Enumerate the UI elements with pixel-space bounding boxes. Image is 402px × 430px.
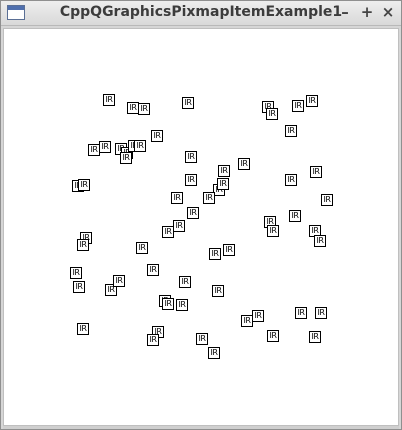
pixmap-item[interactable]: IR xyxy=(306,95,318,107)
pixmap-item[interactable]: IR xyxy=(77,323,89,335)
pixmap-item[interactable]: IR xyxy=(113,275,125,287)
pixmap-item[interactable]: IR xyxy=(136,242,148,254)
pixmap-item[interactable]: IR xyxy=(134,140,146,152)
pixmap-item[interactable]: IR xyxy=(217,178,229,190)
pixmap-item[interactable]: IR xyxy=(147,264,159,276)
app-window: CppQGraphicsPixmapItemExample1 – + × IR I… xyxy=(0,0,402,430)
pixmap-item[interactable]: IR xyxy=(266,108,278,120)
pixmap-item[interactable]: IR xyxy=(252,310,264,322)
pixmap-item[interactable]: IR xyxy=(208,347,220,359)
pixmap-item[interactable]: IR xyxy=(162,226,174,238)
pixmap-item[interactable]: IR xyxy=(176,299,188,311)
pixmap-item[interactable]: IR xyxy=(267,330,279,342)
pixmap-item[interactable]: IR xyxy=(315,307,327,319)
pixmap-item[interactable]: IR xyxy=(179,276,191,288)
pixmap-item[interactable]: IR xyxy=(78,179,90,191)
pixmap-item[interactable]: IR xyxy=(238,158,250,170)
pixmap-item[interactable]: IR xyxy=(185,174,197,186)
pixmap-item[interactable]: IR xyxy=(162,298,174,310)
graphics-view[interactable]: IR IR IR IR IR IR IR IR IR IR IR IR IR IR IR IR IR IR IR IR… xyxy=(3,28,399,426)
pixmap-item[interactable]: IR xyxy=(223,244,235,256)
pixmap-item[interactable]: IR xyxy=(187,207,199,219)
pixmap-item[interactable]: IR xyxy=(103,94,115,106)
pixmap-item[interactable]: IR xyxy=(99,141,111,153)
maximize-icon[interactable]: + xyxy=(359,4,375,20)
close-icon[interactable]: × xyxy=(380,4,396,20)
pixmap-item[interactable]: IR xyxy=(285,125,297,137)
pixmap-item[interactable]: IR xyxy=(212,285,224,297)
pixmap-item[interactable]: IR xyxy=(292,100,304,112)
pixmap-item[interactable]: IR xyxy=(203,192,215,204)
title-bar[interactable]: CppQGraphicsPixmapItemExample1 – + × xyxy=(1,1,401,26)
pixmap-item[interactable]: IR xyxy=(309,331,321,343)
pixmap-item[interactable]: IR xyxy=(182,97,194,109)
window-bottom-edge xyxy=(3,426,399,429)
pixmap-item[interactable]: IR xyxy=(185,151,197,163)
pixmap-item[interactable]: IR xyxy=(289,210,301,222)
pixmap-item[interactable]: IR xyxy=(77,239,89,251)
pixmap-item[interactable]: IR xyxy=(120,152,132,164)
pixmap-item[interactable]: IR xyxy=(295,307,307,319)
pixmap-item[interactable]: IR xyxy=(171,192,183,204)
pixmap-item[interactable]: IR xyxy=(285,174,297,186)
pixmap-item[interactable]: IR xyxy=(73,281,85,293)
pixmap-item[interactable]: IR xyxy=(209,248,221,260)
pixmap-item[interactable]: IR xyxy=(321,194,333,206)
pixmap-item[interactable]: IR xyxy=(138,103,150,115)
pixmap-item[interactable]: IR xyxy=(70,267,82,279)
pixmap-item[interactable]: IR xyxy=(314,235,326,247)
pixmap-item[interactable]: IR xyxy=(196,333,208,345)
minimize-icon[interactable]: – xyxy=(337,4,353,20)
pixmap-item[interactable]: IR xyxy=(310,166,322,178)
pixmap-item[interactable]: IR xyxy=(173,220,185,232)
pixmap-item[interactable]: IR xyxy=(151,130,163,142)
pixmap-item[interactable]: IR xyxy=(218,165,230,177)
pixmap-item[interactable]: IR xyxy=(147,334,159,346)
pixmap-item[interactable]: IR xyxy=(267,225,279,237)
